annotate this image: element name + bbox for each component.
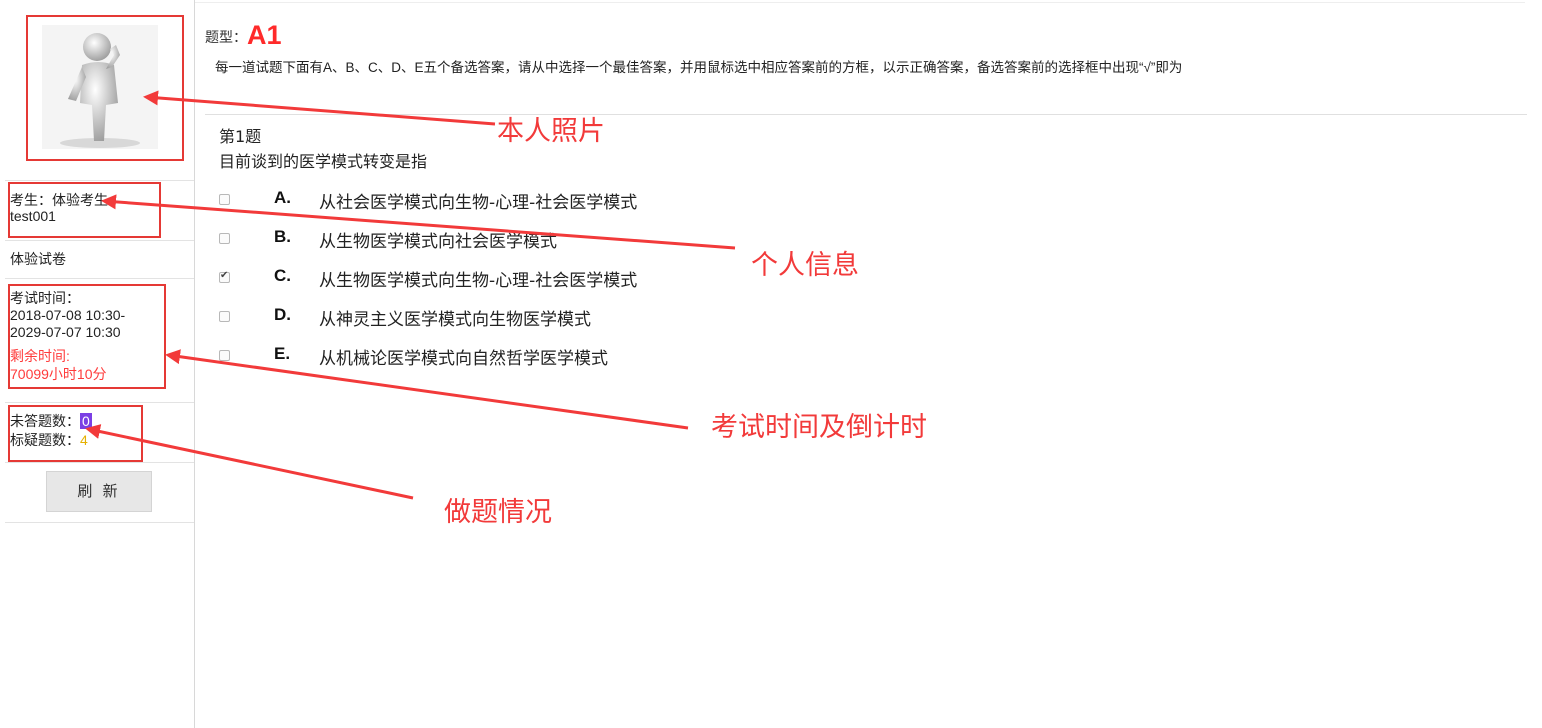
annotation-exam-time: 考试时间及倒计时 xyxy=(711,412,927,443)
photo-arrow xyxy=(143,90,496,126)
annotation-progress: 做题情况 xyxy=(444,497,552,528)
annotation-photo: 本人照片 xyxy=(497,116,605,147)
annotation-arrows xyxy=(85,90,736,500)
info-arrow xyxy=(101,194,736,250)
annotation-personal-info: 个人信息 xyxy=(751,250,859,281)
progress-arrow xyxy=(85,424,414,500)
time-arrow xyxy=(165,349,689,430)
